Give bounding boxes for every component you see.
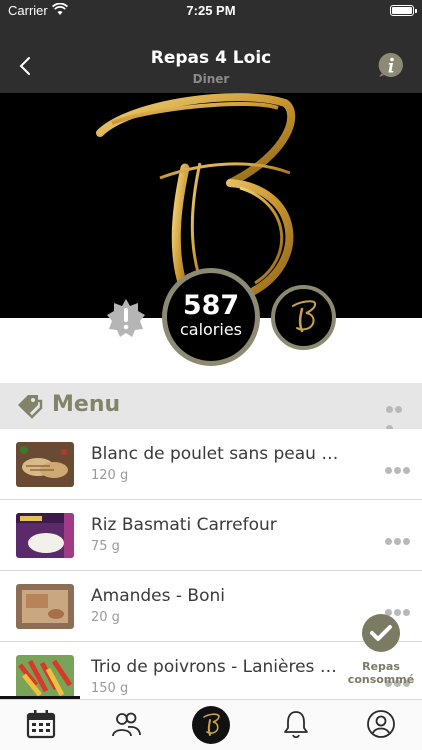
- list-item[interactable]: Amandes - Boni 20 g: [0, 571, 422, 642]
- food-quantity: 75 g: [91, 539, 120, 554]
- list-item[interactable]: Blanc de poulet sans peau cuit 120 g: [0, 429, 422, 500]
- tab-bar: [0, 699, 422, 750]
- checkmark-icon: [370, 625, 392, 641]
- food-quantity: 20 g: [91, 610, 120, 625]
- info-icon[interactable]: [378, 52, 404, 78]
- navigation-bar: Repas 4 Loic Diner: [0, 22, 422, 93]
- calories-unit: calories: [179, 320, 243, 339]
- page-subtitle: Diner: [192, 72, 230, 86]
- more-options-icon[interactable]: [386, 398, 412, 432]
- food-name: Amandes - Boni: [91, 586, 225, 606]
- brand-logo-icon: [292, 300, 317, 333]
- menu-section-label: Menu: [52, 392, 121, 417]
- user-icon[interactable]: [365, 708, 397, 740]
- meal-consumed-button[interactable]: [362, 614, 400, 652]
- meal-consumed-label: Repas consommé: [347, 660, 415, 686]
- food-name: Trio de poivrons - Lanières de...: [91, 657, 346, 677]
- food-thumbnail: [16, 442, 74, 487]
- food-thumbnail: [16, 655, 74, 700]
- brand-logo-button[interactable]: [271, 285, 336, 350]
- battery-icon: [390, 5, 417, 16]
- food-thumbnail: [16, 584, 74, 629]
- users-icon[interactable]: [110, 708, 142, 740]
- warning-badge-icon[interactable]: [106, 298, 146, 338]
- more-options-icon[interactable]: [385, 530, 412, 549]
- list-item[interactable]: Riz Basmati Carrefour 75 g: [0, 500, 422, 571]
- food-thumbnail: [16, 513, 74, 558]
- home-tab-button[interactable]: [192, 706, 230, 744]
- food-quantity: 120 g: [91, 468, 129, 483]
- food-quantity: 150 g: [91, 681, 129, 696]
- more-options-icon[interactable]: [385, 459, 412, 478]
- calories-summary: 587 calories: [162, 268, 260, 366]
- brand-logo-icon: [203, 713, 220, 736]
- food-name: Blanc de poulet sans peau cuit: [91, 444, 346, 464]
- menu-section-header: Menu: [0, 383, 422, 432]
- calendar-icon[interactable]: [25, 708, 57, 740]
- page-title: Repas 4 Loic: [150, 48, 272, 68]
- bell-icon[interactable]: [280, 708, 312, 740]
- status-bar: Carrier 7:25 PM: [0, 0, 422, 22]
- tag-icon: [18, 395, 43, 419]
- clock: 7:25 PM: [186, 3, 236, 18]
- food-name: Riz Basmati Carrefour: [91, 515, 277, 535]
- calories-value: 587: [182, 290, 240, 321]
